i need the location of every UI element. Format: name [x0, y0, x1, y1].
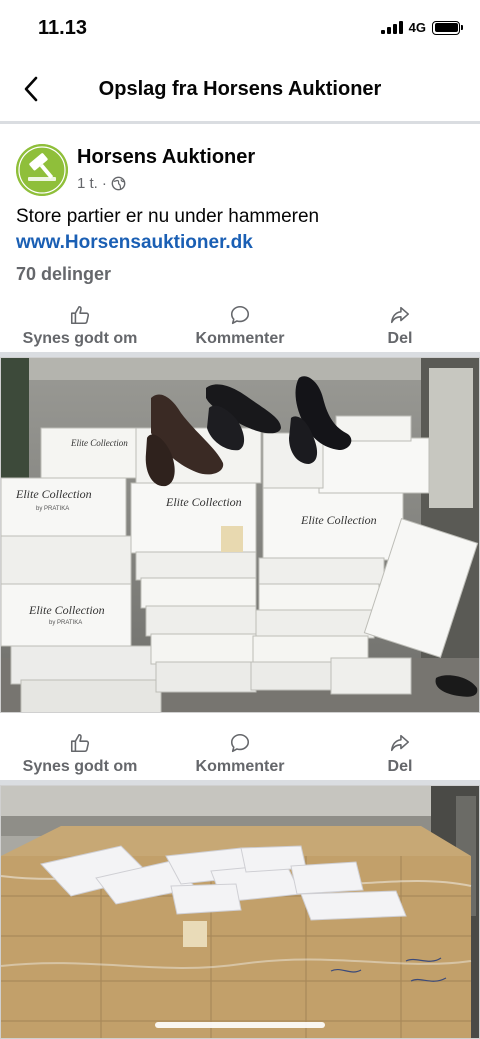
gavel-logo-icon [16, 144, 68, 196]
page-title: Opslag fra Horsens Auktioner [98, 78, 382, 100]
box-stack [1, 415, 479, 712]
photo-pallet[interactable] [0, 785, 480, 1039]
status-time: 11.13 [38, 17, 87, 39]
shoe-boxes-image: Elite Collection Elite Collection Elite … [1, 358, 479, 712]
post-text: Store partier er nu under hammeren [16, 206, 320, 227]
share-label: Del [387, 330, 413, 347]
photo-shoe-boxes[interactable]: Elite Collection Elite Collection Elite … [0, 357, 480, 713]
comment-button[interactable]: Kommenter [180, 304, 300, 348]
meta-separator: · [101, 175, 107, 192]
nav-bar: Opslag fra Horsens Auktioner [0, 56, 480, 124]
box-label: Elite Collection [165, 495, 242, 509]
pallet-image [1, 786, 479, 1038]
battery-icon [432, 20, 463, 35]
comment-bubble-icon [230, 733, 250, 753]
share-arrow-icon [390, 734, 410, 752]
status-icons: 4G [380, 20, 463, 35]
box-sublabel: by PRATIKA [49, 620, 82, 626]
box-sublabel: by PRATIKA [36, 506, 69, 512]
box-label: Elite Collection [300, 513, 377, 527]
box-label: Elite Collection [15, 487, 92, 501]
avatar[interactable] [16, 144, 68, 196]
thumbs-up-icon [70, 733, 90, 753]
page-name[interactable]: Horsens Auktioner [77, 146, 255, 169]
globe-icon [111, 176, 126, 191]
comment-button[interactable]: Kommenter [180, 732, 300, 776]
post-time: 1 t. [77, 175, 98, 192]
signal-icon [380, 21, 403, 34]
like-button[interactable]: Synes godt om [10, 732, 150, 776]
post-link[interactable]: www.Horsensauktioner.dk [16, 230, 253, 256]
comment-label: Kommenter [195, 330, 285, 347]
share-button[interactable]: Del [370, 732, 430, 776]
post-meta: 1 t. · [77, 175, 126, 192]
home-indicator[interactable] [155, 1022, 325, 1028]
like-label: Synes godt om [22, 330, 138, 347]
share-arrow-icon [390, 306, 410, 324]
share-button[interactable]: Del [370, 304, 430, 348]
comment-label: Kommenter [195, 758, 285, 775]
thumbs-up-icon [70, 305, 90, 325]
share-count[interactable]: 70 delinger [16, 264, 111, 285]
network-label: 4G [408, 20, 426, 35]
share-label: Del [387, 758, 413, 775]
like-button[interactable]: Synes godt om [10, 304, 150, 348]
box-label: Elite Collection [28, 603, 105, 617]
comment-bubble-icon [230, 305, 250, 325]
status-bar: 11.13 4G [0, 0, 480, 56]
box-label: Elite Collection [70, 438, 128, 448]
like-label: Synes godt om [22, 758, 138, 775]
